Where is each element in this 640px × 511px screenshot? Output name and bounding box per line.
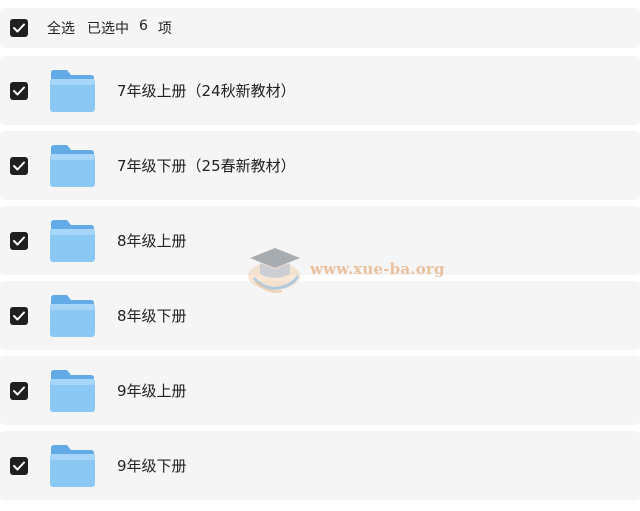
list-item[interactable]: 9年级下册 (0, 431, 640, 500)
item-checkbox[interactable] (10, 456, 28, 475)
checkmark-icon (13, 311, 25, 320)
checkmark-icon (13, 461, 25, 470)
selected-prefix: 已选中 (87, 21, 129, 37)
list-item[interactable]: 9年级上册 (0, 356, 640, 425)
list-item[interactable]: 8年级上册 (0, 206, 640, 275)
select-all-label[interactable]: 全选 (47, 18, 75, 38)
folder-name[interactable]: 8年级下册 (117, 305, 187, 326)
item-checkbox[interactable] (10, 156, 28, 175)
folder-name[interactable]: 9年级下册 (117, 455, 187, 476)
selected-count: 6 (139, 18, 148, 34)
folder-icon (49, 144, 95, 187)
item-checkbox[interactable] (10, 231, 28, 250)
list-item[interactable]: 8年级下册 (0, 281, 640, 350)
folder-name[interactable]: 9年级上册 (117, 380, 187, 401)
select-all-checkbox[interactable] (10, 19, 28, 37)
checkmark-icon (13, 161, 25, 170)
folder-icon (49, 369, 95, 412)
item-checkbox[interactable] (10, 306, 28, 325)
selected-suffix: 项 (157, 21, 172, 37)
folder-icon (49, 69, 95, 112)
folder-name[interactable]: 7年级下册（25春新教材） (117, 155, 296, 176)
list-item[interactable]: 7年级上册（24秋新教材） (0, 56, 640, 125)
checkmark-icon (13, 23, 25, 33)
list-item[interactable]: 7年级下册（25春新教材） (0, 131, 640, 200)
checkmark-icon (13, 86, 25, 95)
folder-list: 7年级上册（24秋新教材） 7年级下册（25春新教材） 8年级上册 8年级下册 (0, 56, 640, 506)
selected-count-text: 已选中 6 项 (87, 18, 172, 38)
checkmark-icon (13, 236, 25, 245)
folder-icon (49, 444, 95, 487)
folder-name[interactable]: 7年级上册（24秋新教材） (117, 80, 296, 101)
folder-name[interactable]: 8年级上册 (117, 230, 187, 251)
folder-icon (49, 294, 95, 337)
item-checkbox[interactable] (10, 381, 28, 400)
checkmark-icon (13, 386, 25, 395)
folder-icon (49, 219, 95, 262)
item-checkbox[interactable] (10, 81, 28, 100)
selection-header: 全选 已选中 6 项 (0, 8, 640, 48)
